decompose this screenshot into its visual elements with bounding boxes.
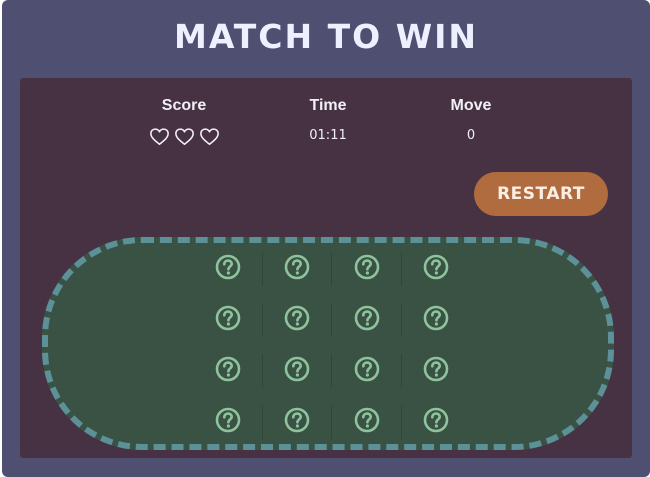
memory-card[interactable] [279,353,315,389]
score-stat: Score [124,96,244,146]
question-circle-icon [215,407,241,438]
memory-card[interactable] [418,251,454,287]
memory-card[interactable] [349,302,385,338]
question-circle-icon [215,356,241,387]
memory-card[interactable] [279,251,315,287]
card-divider [262,252,263,286]
time-stat: Time 01:11 [268,96,388,146]
hearts-display [149,126,220,146]
memory-card[interactable] [210,404,246,440]
card-divider [331,252,332,286]
card-divider [262,354,263,388]
memory-card[interactable] [279,404,315,440]
question-circle-icon [284,254,310,285]
card-divider [262,303,263,337]
memory-card[interactable] [349,404,385,440]
score-label: Score [161,97,207,114]
question-circle-icon [284,356,310,387]
memory-card[interactable] [349,353,385,389]
question-circle-icon [354,407,380,438]
move-value: 0 [466,128,476,143]
heart-icon [174,127,195,146]
memory-card[interactable] [349,251,385,287]
question-circle-icon [423,254,449,285]
heart-icon [199,127,220,146]
question-circle-icon [354,305,380,336]
move-label: Move [450,97,492,114]
question-circle-icon [354,254,380,285]
card-table [42,237,614,450]
memory-card[interactable] [418,404,454,440]
memory-card[interactable] [210,251,246,287]
card-divider [401,405,402,439]
memory-card[interactable] [210,353,246,389]
time-value: 01:11 [309,128,347,143]
card-divider [401,303,402,337]
card-divider [331,303,332,337]
question-circle-icon [215,254,241,285]
time-label: Time [309,97,347,114]
question-circle-icon [423,407,449,438]
question-circle-icon [215,305,241,336]
score-value [124,126,244,146]
question-circle-icon [354,356,380,387]
card-divider [331,354,332,388]
question-circle-icon [423,305,449,336]
card-divider [401,252,402,286]
question-circle-icon [423,356,449,387]
memory-card[interactable] [279,302,315,338]
memory-card[interactable] [418,302,454,338]
memory-card[interactable] [418,353,454,389]
heart-icon [149,127,170,146]
question-circle-icon [284,305,310,336]
restart-button[interactable]: RESTART [474,172,608,216]
question-circle-icon [284,407,310,438]
card-divider [401,354,402,388]
game-title: MATCH TO WIN [173,17,478,56]
memory-card[interactable] [210,302,246,338]
move-stat: Move 0 [411,96,531,146]
card-divider [262,405,263,439]
game-frame: MATCH TO WIN Score Time 01:11 Move 0 RES… [2,0,650,477]
card-divider [331,405,332,439]
